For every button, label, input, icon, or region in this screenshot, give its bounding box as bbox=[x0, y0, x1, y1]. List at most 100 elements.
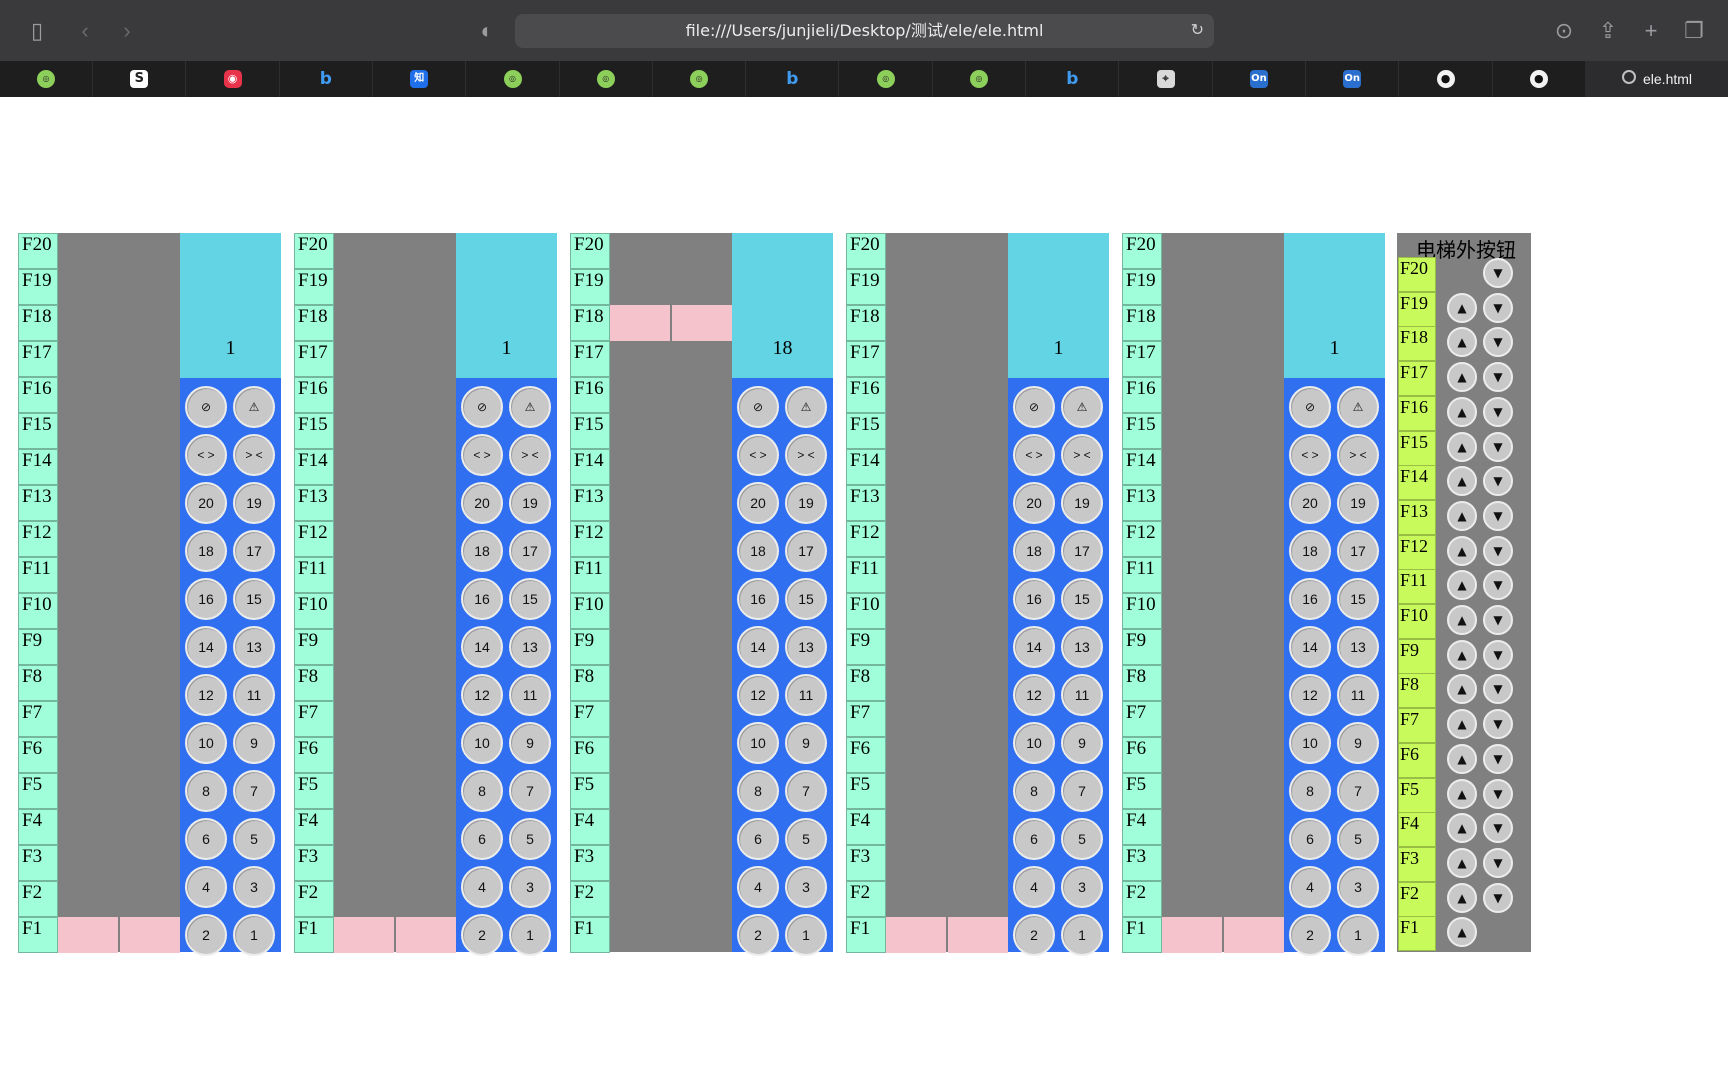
call-up-button-f11[interactable]: ▲ bbox=[1447, 570, 1477, 601]
alarm-button[interactable]: ⚠ bbox=[509, 386, 551, 428]
tab-2[interactable]: ◉ bbox=[187, 61, 280, 97]
call-up-button-f3[interactable]: ▲ bbox=[1447, 847, 1477, 878]
stop-button[interactable]: ⊘ bbox=[461, 386, 503, 428]
call-up-button-f12[interactable]: ▲ bbox=[1447, 535, 1477, 566]
call-down-button-f14[interactable]: ▼ bbox=[1483, 466, 1513, 497]
floor-button-20[interactable]: 20 bbox=[1013, 482, 1055, 524]
floor-button-8[interactable]: 8 bbox=[461, 770, 503, 812]
tab-4[interactable]: 知 bbox=[373, 61, 467, 97]
stop-button[interactable]: ⊘ bbox=[1289, 386, 1331, 428]
call-up-button-f10[interactable]: ▲ bbox=[1447, 605, 1477, 635]
call-down-button-f7[interactable]: ▼ bbox=[1483, 709, 1513, 740]
floor-button-8[interactable]: 8 bbox=[185, 770, 227, 812]
floor-button-5[interactable]: 5 bbox=[785, 818, 827, 860]
alarm-button[interactable]: ⚠ bbox=[785, 386, 827, 428]
tab-6[interactable]: ◎ bbox=[560, 61, 653, 97]
floor-button-14[interactable]: 14 bbox=[737, 626, 779, 668]
tab-16[interactable]: ● bbox=[1493, 61, 1586, 97]
floor-button-18[interactable]: 18 bbox=[737, 530, 779, 572]
floor-button-1[interactable]: 1 bbox=[1337, 914, 1379, 956]
call-up-button-f9[interactable]: ▲ bbox=[1447, 639, 1477, 670]
tab-7[interactable]: ◎ bbox=[653, 61, 747, 97]
call-up-button-f14[interactable]: ▲ bbox=[1447, 466, 1477, 497]
url-text[interactable]: file:///Users/junjieli/Desktop/测试/ele/el… bbox=[515, 14, 1214, 48]
floor-button-7[interactable]: 7 bbox=[1337, 770, 1379, 812]
tab-13[interactable]: On bbox=[1213, 61, 1306, 97]
floor-button-19[interactable]: 19 bbox=[509, 482, 551, 524]
call-down-button-f15[interactable]: ▼ bbox=[1483, 431, 1513, 462]
reload-icon[interactable]: ↻ bbox=[1191, 14, 1204, 48]
call-down-button-f9[interactable]: ▼ bbox=[1483, 639, 1513, 670]
floor-button-16[interactable]: 16 bbox=[1013, 578, 1055, 620]
call-down-button-f8[interactable]: ▼ bbox=[1483, 674, 1513, 705]
floor-button-12[interactable]: 12 bbox=[1289, 674, 1331, 716]
call-up-button-f1[interactable]: ▲ bbox=[1447, 917, 1477, 948]
floor-button-7[interactable]: 7 bbox=[785, 770, 827, 812]
floor-button-19[interactable]: 19 bbox=[785, 482, 827, 524]
floor-button-13[interactable]: 13 bbox=[509, 626, 551, 668]
floor-button-10[interactable]: 10 bbox=[1289, 722, 1331, 764]
call-down-button-f19[interactable]: ▼ bbox=[1483, 292, 1513, 323]
call-up-button-f13[interactable]: ▲ bbox=[1447, 500, 1477, 531]
share-icon[interactable]: ⇪ bbox=[1591, 14, 1625, 48]
alarm-button[interactable]: ⚠ bbox=[1337, 386, 1379, 428]
floor-button-6[interactable]: 6 bbox=[1013, 818, 1055, 860]
floor-button-13[interactable]: 13 bbox=[1337, 626, 1379, 668]
floor-button-2[interactable]: 2 bbox=[1013, 914, 1055, 956]
call-down-button-f10[interactable]: ▼ bbox=[1483, 605, 1513, 635]
floor-button-5[interactable]: 5 bbox=[233, 818, 275, 860]
tab-12[interactable]: ⌖ bbox=[1120, 61, 1213, 97]
call-up-button-f6[interactable]: ▲ bbox=[1447, 743, 1477, 774]
floor-button-16[interactable]: 16 bbox=[737, 578, 779, 620]
floor-button-19[interactable]: 19 bbox=[233, 482, 275, 524]
floor-button-9[interactable]: 9 bbox=[785, 722, 827, 764]
floor-button-6[interactable]: 6 bbox=[737, 818, 779, 860]
floor-button-7[interactable]: 7 bbox=[1061, 770, 1103, 812]
call-up-button-f8[interactable]: ▲ bbox=[1447, 674, 1477, 705]
floor-button-17[interactable]: 17 bbox=[785, 530, 827, 572]
call-up-button-f17[interactable]: ▲ bbox=[1447, 362, 1477, 393]
tab-3[interactable]: b bbox=[280, 61, 373, 97]
floor-button-2[interactable]: 2 bbox=[1289, 914, 1331, 956]
floor-button-16[interactable]: 16 bbox=[185, 578, 227, 620]
floor-button-17[interactable]: 17 bbox=[509, 530, 551, 572]
floor-button-20[interactable]: 20 bbox=[461, 482, 503, 524]
call-up-button-f16[interactable]: ▲ bbox=[1447, 396, 1477, 427]
call-down-button-f16[interactable]: ▼ bbox=[1483, 396, 1513, 427]
floor-button-11[interactable]: 11 bbox=[233, 674, 275, 716]
floor-button-13[interactable]: 13 bbox=[785, 626, 827, 668]
floor-button-12[interactable]: 12 bbox=[1013, 674, 1055, 716]
floor-button-20[interactable]: 20 bbox=[737, 482, 779, 524]
floor-button-18[interactable]: 18 bbox=[185, 530, 227, 572]
tab-0[interactable]: ◎ bbox=[0, 61, 93, 97]
stop-button[interactable]: ⊘ bbox=[737, 386, 779, 428]
floor-button-4[interactable]: 4 bbox=[737, 866, 779, 908]
floor-button-8[interactable]: 8 bbox=[1289, 770, 1331, 812]
floor-button-17[interactable]: 17 bbox=[233, 530, 275, 572]
open-door-button[interactable]: < > bbox=[1289, 434, 1331, 476]
floor-button-14[interactable]: 14 bbox=[461, 626, 503, 668]
floor-button-20[interactable]: 20 bbox=[1289, 482, 1331, 524]
floor-button-1[interactable]: 1 bbox=[509, 914, 551, 956]
floor-button-9[interactable]: 9 bbox=[1337, 722, 1379, 764]
stop-button[interactable]: ⊘ bbox=[1013, 386, 1055, 428]
call-down-button-f2[interactable]: ▼ bbox=[1483, 882, 1513, 913]
call-down-button-f3[interactable]: ▼ bbox=[1483, 847, 1513, 878]
floor-button-7[interactable]: 7 bbox=[509, 770, 551, 812]
floor-button-3[interactable]: 3 bbox=[1061, 866, 1103, 908]
address-bar[interactable]: file:///Users/junjieli/Desktop/测试/ele/el… bbox=[515, 14, 1214, 48]
floor-button-15[interactable]: 15 bbox=[785, 578, 827, 620]
floor-button-11[interactable]: 11 bbox=[785, 674, 827, 716]
tab-15[interactable]: ● bbox=[1400, 61, 1493, 97]
floor-button-11[interactable]: 11 bbox=[509, 674, 551, 716]
floor-button-11[interactable]: 11 bbox=[1337, 674, 1379, 716]
call-down-button-f11[interactable]: ▼ bbox=[1483, 570, 1513, 601]
floor-button-4[interactable]: 4 bbox=[461, 866, 503, 908]
floor-button-1[interactable]: 1 bbox=[1061, 914, 1103, 956]
floor-button-14[interactable]: 14 bbox=[185, 626, 227, 668]
floor-button-14[interactable]: 14 bbox=[1013, 626, 1055, 668]
floor-button-18[interactable]: 18 bbox=[1013, 530, 1055, 572]
floor-button-17[interactable]: 17 bbox=[1337, 530, 1379, 572]
alarm-button[interactable]: ⚠ bbox=[233, 386, 275, 428]
tab-overview-icon[interactable]: ❐ bbox=[1677, 14, 1711, 48]
